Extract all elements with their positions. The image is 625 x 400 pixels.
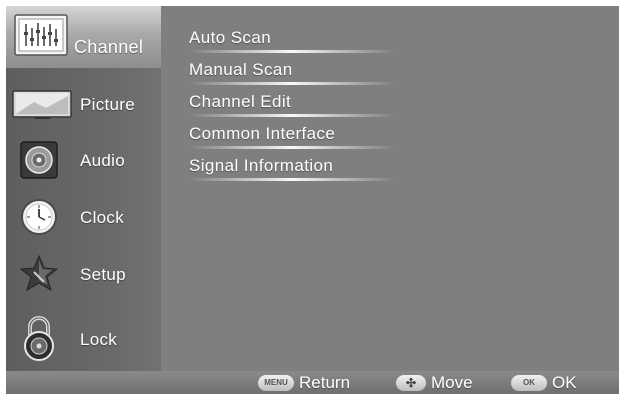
- sidebar-item-picture[interactable]: Picture: [6, 76, 161, 134]
- sidebar-item-label: Channel: [74, 37, 144, 57]
- sidebar-item-label: Audio: [80, 151, 125, 170]
- clock-icon: [21, 199, 57, 235]
- move-arrows-icon: ✣: [396, 375, 426, 391]
- ok-key-icon: OK: [511, 375, 547, 391]
- setup-icon: [20, 254, 58, 292]
- menu-divider: [189, 178, 394, 181]
- menu-divider: [189, 146, 394, 149]
- lock-icon: [24, 316, 54, 361]
- menu-item-channel-edit[interactable]: Channel Edit: [189, 88, 399, 118]
- sidebar-item-setup[interactable]: Setup: [6, 246, 161, 304]
- menu-item-label: Auto Scan: [189, 28, 272, 47]
- sidebar-item-clock[interactable]: Clock: [6, 189, 161, 247]
- sidebar-item-label: Setup: [80, 265, 126, 284]
- sidebar-item-channel[interactable]: Channel: [6, 6, 161, 68]
- osd-screen: Channel Picture Audio Clock Setup Lock A…: [6, 6, 619, 394]
- menu-item-label: Signal Information: [189, 156, 334, 175]
- menu-item-manual-scan[interactable]: Manual Scan: [189, 56, 399, 86]
- move-hint[interactable]: ✣ Move: [396, 373, 473, 393]
- channel-submenu: Auto Scan Manual Scan Channel Edit Commo…: [161, 6, 619, 371]
- menu-item-label: Common Interface: [189, 124, 336, 143]
- menu-item-auto-scan[interactable]: Auto Scan: [189, 24, 399, 54]
- menu-divider: [189, 114, 394, 117]
- sidebar: Channel Picture Audio Clock Setup Lock: [6, 6, 161, 371]
- menu-item-label: Manual Scan: [189, 60, 293, 79]
- menu-item-common-interface[interactable]: Common Interface: [189, 120, 399, 150]
- ok-label: OK: [552, 373, 577, 392]
- menu-item-label: Channel Edit: [189, 92, 292, 111]
- sidebar-item-label: Clock: [80, 208, 125, 227]
- return-label: Return: [299, 373, 351, 392]
- audio-icon: [20, 141, 58, 179]
- menu-item-signal-information[interactable]: Signal Information: [189, 152, 399, 182]
- sidebar-item-audio[interactable]: Audio: [6, 132, 161, 190]
- move-label: Move: [431, 373, 473, 392]
- key-hint-bar: MENU Return ✣ Move OK OK: [6, 371, 619, 394]
- sidebar-item-label: Lock: [80, 330, 118, 349]
- channel-icon: [14, 14, 68, 56]
- tv-frame: Channel Picture Audio Clock Setup Lock A…: [0, 0, 625, 400]
- menu-divider: [189, 50, 394, 53]
- picture-icon: [12, 90, 72, 119]
- sidebar-item-label: Picture: [80, 95, 136, 114]
- ok-hint[interactable]: OK OK: [511, 373, 577, 393]
- menu-divider: [189, 82, 394, 85]
- return-hint[interactable]: MENU Return: [258, 373, 350, 393]
- menu-key-icon: MENU: [258, 375, 294, 391]
- sidebar-item-lock[interactable]: Lock: [6, 311, 161, 369]
